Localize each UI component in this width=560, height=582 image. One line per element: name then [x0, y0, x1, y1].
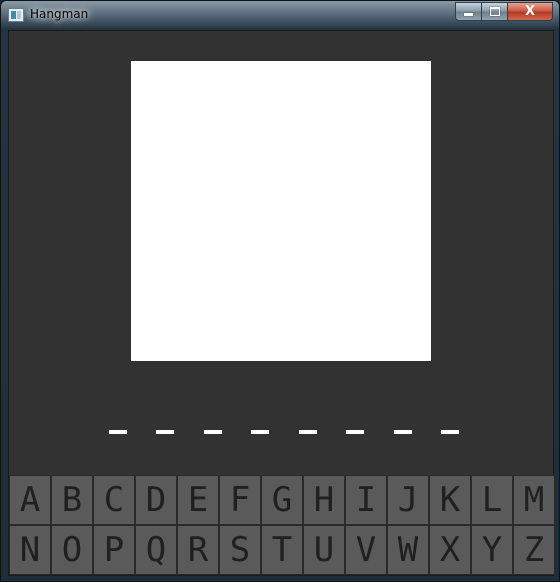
- letter-button-v[interactable]: V: [345, 525, 387, 575]
- letter-button-l[interactable]: L: [471, 475, 513, 525]
- letter-button-b[interactable]: B: [51, 475, 93, 525]
- app-icon[interactable]: [8, 8, 24, 22]
- letter-button-n[interactable]: N: [9, 525, 51, 575]
- maximize-icon: [489, 7, 500, 16]
- letter-button-p[interactable]: P: [93, 525, 135, 575]
- letter-button-k[interactable]: K: [429, 475, 471, 525]
- letter-button-a[interactable]: A: [9, 475, 51, 525]
- letter-blank: [251, 430, 270, 434]
- letter-button-r[interactable]: R: [177, 525, 219, 575]
- letter-blank: [346, 430, 365, 434]
- letter-button-m[interactable]: M: [513, 475, 555, 525]
- letter-button-s[interactable]: S: [219, 525, 261, 575]
- maximize-button[interactable]: [482, 2, 508, 21]
- letter-blank: [156, 430, 175, 434]
- letter-blank: [440, 430, 459, 434]
- letter-button-t[interactable]: T: [261, 525, 303, 575]
- caption-buttons: X: [455, 2, 553, 21]
- letter-button-o[interactable]: O: [51, 525, 93, 575]
- minimize-button[interactable]: [455, 2, 482, 21]
- close-button[interactable]: X: [508, 2, 553, 21]
- letter-blank: [298, 430, 317, 434]
- close-icon: X: [524, 4, 536, 19]
- letter-keyboard: ABCDEFGHIJKLM NOPQRSTUVWXYZ: [9, 475, 555, 575]
- letter-button-d[interactable]: D: [135, 475, 177, 525]
- letter-button-e[interactable]: E: [177, 475, 219, 525]
- letter-blank: [109, 430, 127, 434]
- minimize-icon: [464, 13, 473, 16]
- window-title: Hangman: [30, 7, 89, 21]
- letter-button-j[interactable]: J: [387, 475, 429, 525]
- letter-button-q[interactable]: Q: [135, 525, 177, 575]
- letter-button-x[interactable]: X: [429, 525, 471, 575]
- letter-button-i[interactable]: I: [345, 475, 387, 525]
- hangman-drawing-canvas: [131, 61, 431, 361]
- letter-button-y[interactable]: Y: [471, 525, 513, 575]
- title-bar[interactable]: Hangman X: [1, 1, 559, 29]
- letter-button-z[interactable]: Z: [513, 525, 555, 575]
- letter-button-c[interactable]: C: [93, 475, 135, 525]
- letter-button-w[interactable]: W: [387, 525, 429, 575]
- letter-button-u[interactable]: U: [303, 525, 345, 575]
- letter-blank: [393, 430, 412, 434]
- letter-blank: [203, 430, 222, 434]
- word-blanks: [109, 426, 459, 438]
- app-window: Hangman X ABCDEFGHIJKLMNOPQRSTUVWXYZ: [0, 0, 560, 582]
- game-area: ABCDEFGHIJKLM NOPQRSTUVWXYZ: [8, 30, 555, 576]
- letter-button-g[interactable]: G: [261, 475, 303, 525]
- letter-button-f[interactable]: F: [219, 475, 261, 525]
- letter-button-h[interactable]: H: [303, 475, 345, 525]
